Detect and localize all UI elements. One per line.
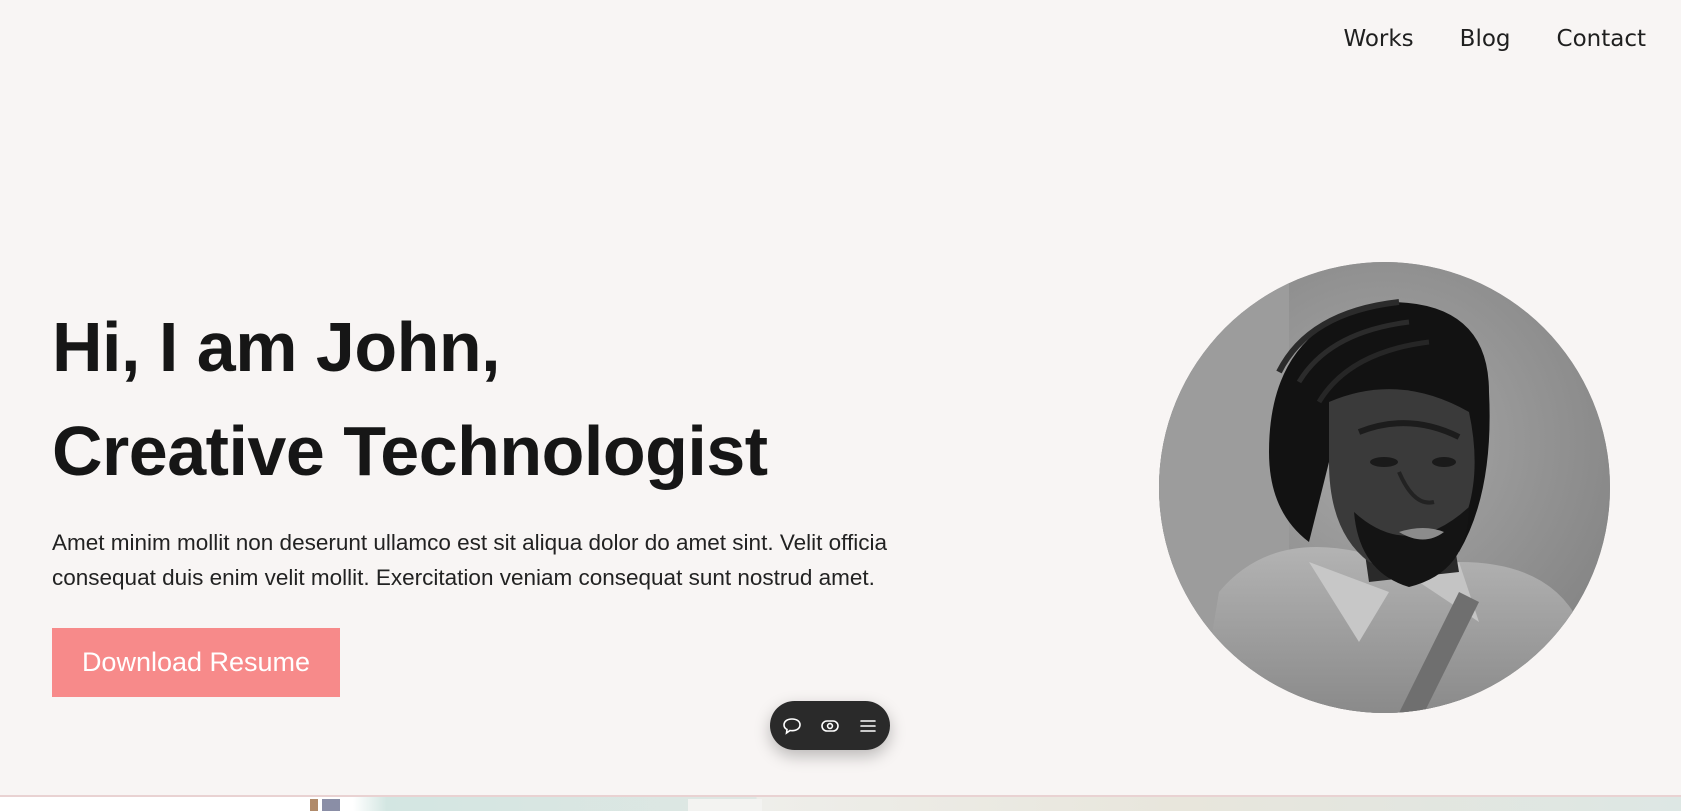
profile-photo	[1159, 262, 1610, 713]
bottom-strip	[0, 795, 1681, 811]
menu-icon[interactable]	[857, 715, 879, 737]
page: Works Blog Contact Hi, I am John, Creati…	[0, 0, 1681, 811]
nav-link-blog[interactable]: Blog	[1460, 26, 1511, 52]
hero-title-line-1: Hi, I am John,	[52, 308, 501, 386]
bottom-strip-thumb	[322, 799, 340, 811]
hero-description: Amet minim mollit non deserunt ullamco e…	[52, 530, 887, 590]
profile-photo-image	[1159, 262, 1610, 713]
bottom-strip-thumb	[310, 799, 318, 811]
bottom-strip-segment	[688, 799, 762, 811]
nav-link-contact[interactable]: Contact	[1557, 26, 1646, 52]
hero-title-line-2: Creative Technologist	[52, 412, 768, 490]
download-resume-button[interactable]: Download Resume	[52, 628, 340, 697]
top-nav: Works Blog Contact	[1343, 26, 1646, 52]
floating-toolbar	[770, 701, 890, 750]
eye-icon[interactable]	[819, 715, 841, 737]
hero-title: Hi, I am John, Creative Technologist	[52, 295, 768, 503]
nav-link-works[interactable]: Works	[1343, 26, 1413, 52]
comment-icon[interactable]	[781, 715, 803, 737]
